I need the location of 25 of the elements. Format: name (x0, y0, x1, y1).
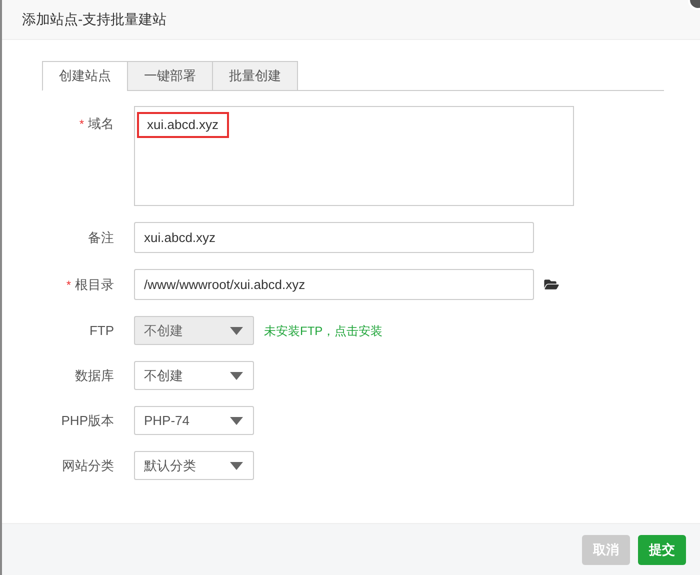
field-label: 网站分类 (62, 456, 114, 475)
required-mark: * (79, 116, 84, 133)
tab[interactable]: 创建站点 (42, 61, 128, 91)
field-label: 备注 (88, 228, 114, 247)
field-label: 数据库 (75, 366, 114, 385)
dropdown-caret-icon (230, 416, 243, 424)
field-label: FTP (89, 322, 114, 340)
select-dropdown[interactable]: 默认分类 (134, 451, 254, 480)
folder-icon[interactable] (544, 278, 559, 291)
field-label: PHP版本 (61, 412, 114, 430)
dropdown-caret-icon (230, 462, 243, 470)
select-dropdown[interactable]: 不创建 (134, 361, 254, 390)
dropdown-caret-icon (230, 372, 243, 380)
tab[interactable]: 一键部署 (127, 61, 213, 91)
tab[interactable]: 批量创建 (212, 61, 298, 91)
select-dropdown[interactable]: PHP-74 (134, 406, 254, 435)
dialog-title: 添加站点-支持批量建站 (22, 10, 167, 29)
text-input[interactable]: xui.abcd.xyz (134, 222, 534, 253)
dropdown-caret-icon (230, 326, 243, 334)
field-label: 域名 (88, 115, 114, 133)
domain-textarea[interactable]: xui.abcd.xyz (134, 106, 574, 206)
required-mark: * (66, 276, 71, 294)
field-label: 根目录 (75, 276, 114, 294)
domain-text: xui.abcd.xyz (137, 112, 229, 138)
text-input[interactable]: /www/wwwroot/xui.abcd.xyz (134, 269, 534, 300)
